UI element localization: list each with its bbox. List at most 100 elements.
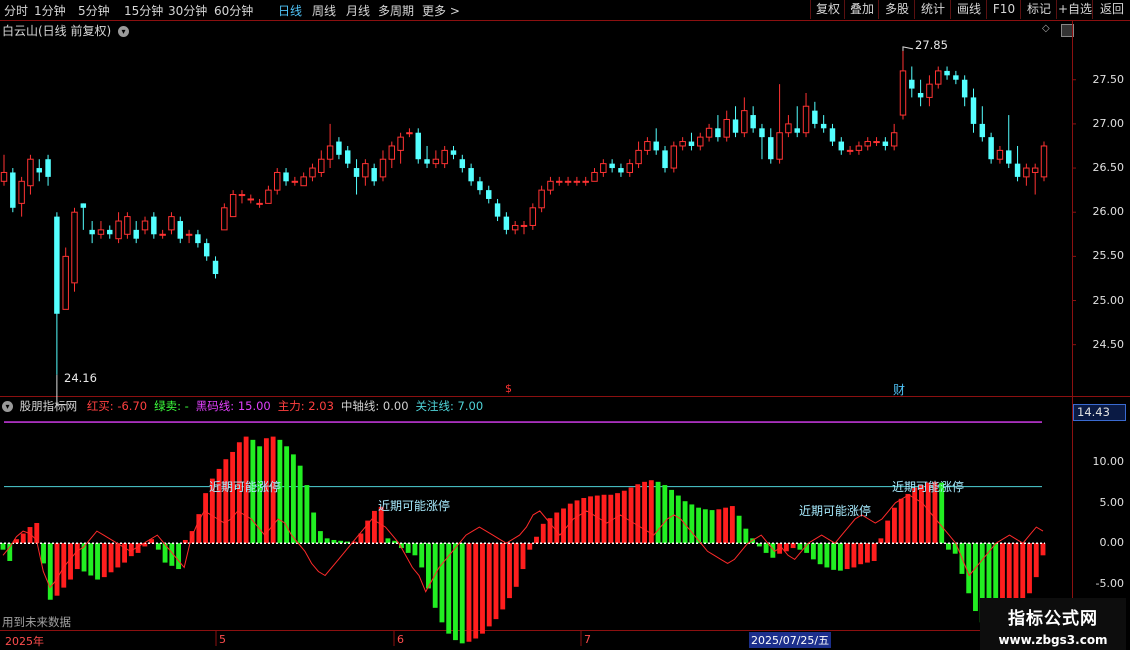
low-price-label: 24.16: [64, 371, 97, 385]
candle-body-up: [441, 149, 448, 165]
indicator-bar: [898, 498, 904, 544]
indicator-bar: [797, 543, 803, 550]
indicator-bar: [108, 543, 114, 573]
indicator-dropdown-icon[interactable]: ▾: [2, 401, 13, 412]
candle-body-down: [715, 128, 721, 138]
candle-body-down: [283, 172, 289, 182]
candle-body-down: [195, 234, 201, 244]
indicator-top-value: 14.43: [1073, 404, 1126, 421]
indicator-header: ▾ 股朋指标网 红买: -6.70 绿卖: - 黑码线: 15.00 主力: 2.03…: [2, 398, 490, 414]
price-tick-label: 26.00: [1092, 205, 1125, 219]
candle-body-down: [820, 123, 827, 129]
indicator-bar: [905, 493, 911, 544]
candle-body-up: [996, 149, 1004, 160]
indicator-field-5: 关注线: 7.00: [415, 399, 484, 413]
candle-body-up: [1040, 145, 1048, 178]
candle-body-down: [688, 141, 695, 146]
indicator-bar: [702, 509, 708, 544]
indicator-bar: [770, 543, 776, 558]
indicator-bar: [473, 543, 479, 639]
candle-body-down: [353, 168, 360, 177]
candle-body-up: [256, 202, 263, 205]
indicator-bar: [594, 495, 600, 544]
indicator-bar: [1040, 543, 1046, 556]
indicator-bar: [1033, 543, 1039, 578]
indicator-bar: [54, 543, 60, 596]
candle-body-up: [776, 132, 783, 160]
candle-body-down: [503, 216, 510, 230]
indicator-bar: [176, 543, 182, 570]
candle-body-down: [424, 159, 430, 164]
event-mark-finance[interactable]: 财: [893, 381, 905, 398]
candle-body-up: [511, 224, 519, 231]
indicator-bar: [723, 507, 729, 544]
indicator-bar: [844, 543, 850, 570]
indicator-bar: [311, 512, 317, 544]
indicator-bar: [885, 520, 891, 544]
candle-body-up: [564, 180, 572, 183]
indicator-bar: [534, 536, 539, 544]
candle-body-down: [459, 159, 466, 169]
candle-body-down: [812, 110, 818, 124]
candle-body-up: [855, 145, 863, 151]
price-tick-label: 26.50: [1092, 161, 1125, 175]
indicator-bar: [729, 506, 735, 544]
candle-body-down: [970, 97, 977, 124]
candle-body-down: [107, 229, 113, 235]
candle-body-up: [159, 233, 166, 236]
candle-body-up: [846, 149, 854, 152]
candle-body-down: [89, 229, 95, 235]
event-mark-dividend[interactable]: $: [505, 382, 512, 395]
date-label-year: 2025年: [5, 635, 44, 648]
candle-body-up: [388, 145, 396, 160]
indicator-bar: [871, 543, 877, 561]
candle-body-up: [124, 216, 131, 235]
price-tick-label: 25.00: [1092, 293, 1125, 307]
indicator-tick-label: 0.00: [1099, 536, 1125, 550]
candle-body-up: [529, 207, 537, 226]
price-tick-label: 27.50: [1092, 72, 1125, 86]
chart-canvas[interactable]: [0, 0, 1130, 650]
watermark-title: 指标公式网: [1008, 609, 1098, 629]
indicator-tick-label: 5.00: [1099, 495, 1125, 509]
candle-body-up: [785, 123, 792, 134]
signal-label-2: 近期可能涨停: [378, 499, 451, 513]
indicator-tick-label: 10.00: [1092, 455, 1125, 469]
indicator-bar: [513, 543, 519, 587]
candle-body-up: [802, 105, 810, 134]
indicator-bar: [763, 543, 769, 553]
indicator-bar: [432, 543, 438, 608]
high-pointer: [902, 46, 914, 51]
candle-body-up: [538, 189, 545, 209]
candle-body-up: [0, 171, 8, 182]
date-label-may: 5: [219, 633, 226, 646]
candle-body-down: [750, 115, 756, 129]
candle-body-down: [794, 128, 800, 133]
candle-body-down: [609, 163, 615, 169]
indicator-field-2: 黑码线: 15.00: [195, 399, 271, 413]
indicator-bar: [95, 543, 100, 580]
indicator-bar: [500, 543, 506, 610]
indicator-tick-label: -5.00: [1095, 576, 1124, 590]
candle-body-up: [141, 220, 149, 231]
candle-body-down: [10, 172, 16, 208]
candle-body-down: [371, 168, 377, 182]
indicator-bar: [405, 543, 411, 553]
indicator-bar: [527, 543, 533, 550]
indicator-bar: [507, 543, 512, 599]
indicator-name: 股朋指标网: [19, 399, 78, 413]
indicator-bar: [824, 543, 830, 568]
candle-body-up: [582, 180, 589, 183]
candle-body-up: [873, 141, 880, 144]
candle-body-up: [1031, 167, 1039, 173]
indicator-bar: [223, 459, 229, 544]
candle-body-up: [221, 207, 228, 231]
candle-body-down: [45, 159, 51, 177]
indicator-bar: [561, 508, 566, 544]
indicator-bar: [426, 543, 431, 589]
candle-body-up: [723, 118, 730, 138]
date-label-june: 6: [397, 633, 404, 646]
candle-body-down: [917, 92, 924, 98]
candle-body-up: [97, 229, 105, 235]
candle-body-up: [864, 141, 871, 147]
